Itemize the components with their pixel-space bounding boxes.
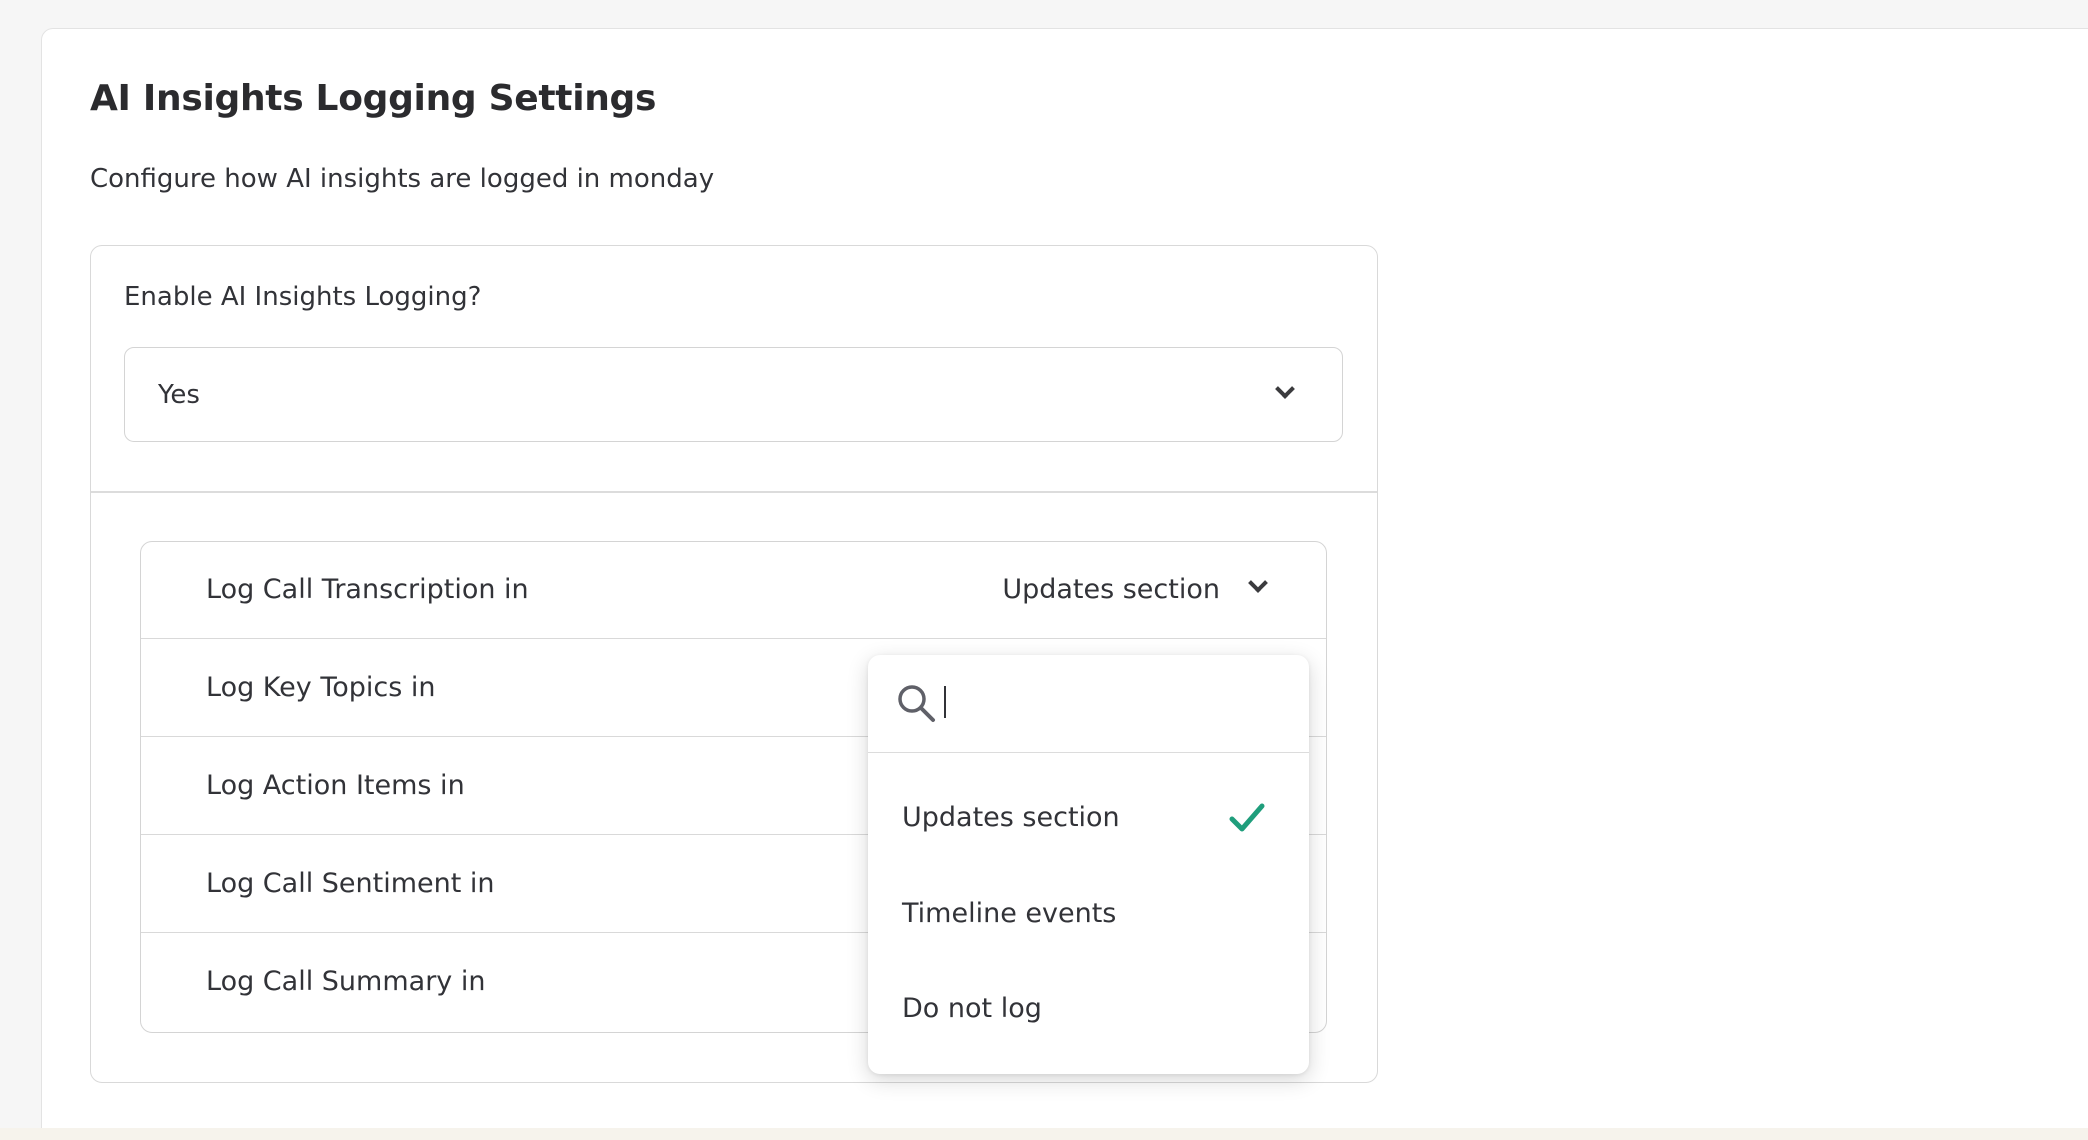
option-updates-section[interactable]: Updates section: [868, 773, 1309, 863]
option-label: Timeline events: [902, 898, 1117, 929]
option-label: Do not log: [902, 993, 1042, 1024]
dropdown-search-input[interactable]: [948, 679, 1278, 727]
section-divider: [91, 491, 1377, 493]
option-label: Updates section: [902, 802, 1120, 833]
row-label: Log Call Summary in: [206, 966, 486, 997]
text-cursor: [944, 686, 946, 718]
search-icon: [898, 685, 935, 722]
enable-logging-select[interactable]: Yes: [124, 347, 1343, 442]
row-label: Log Call Sentiment in: [206, 868, 495, 899]
check-icon: [1229, 803, 1265, 832]
option-timeline-events[interactable]: Timeline events: [868, 869, 1309, 959]
chevron-down-icon[interactable]: [1248, 573, 1268, 593]
row-log-call-transcription[interactable]: Log Call Transcription in Updates sectio…: [141, 542, 1326, 639]
enable-logging-label: Enable AI Insights Logging?: [124, 282, 482, 312]
bottom-strip: [0, 1128, 2088, 1140]
option-do-not-log[interactable]: Do not log: [868, 964, 1309, 1054]
destination-dropdown-menu: Updates section Timeline events Do not l…: [868, 655, 1309, 1074]
row-label: Log Call Transcription in: [206, 574, 529, 605]
row-label: Log Key Topics in: [206, 672, 436, 703]
chevron-down-icon: [1275, 379, 1295, 399]
enable-logging-value: Yes: [158, 380, 200, 410]
page-subtitle: Configure how AI insights are logged in …: [90, 164, 715, 194]
row-value: Updates section: [1002, 574, 1220, 605]
dropdown-search: [868, 655, 1309, 753]
row-label: Log Action Items in: [206, 770, 465, 801]
page-title: AI Insights Logging Settings: [90, 78, 657, 119]
